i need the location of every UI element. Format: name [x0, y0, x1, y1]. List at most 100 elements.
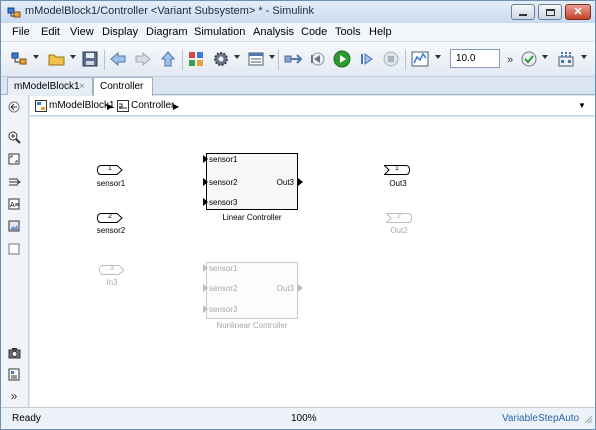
area-icon[interactable]	[7, 242, 21, 256]
data-flow-icon	[284, 52, 303, 69]
menu-tools[interactable]: Tools	[335, 26, 361, 38]
inport-label: sensor1	[96, 179, 126, 188]
menu-edit[interactable]: Edit	[41, 26, 60, 38]
svg-text:A≡: A≡	[10, 202, 19, 209]
new-model-button[interactable]	[9, 49, 31, 71]
arrow-right-icon	[135, 51, 151, 69]
library-browser-button[interactable]	[186, 49, 206, 71]
stop-time-input[interactable]: 10.0	[450, 49, 500, 68]
block-input-label: sensor3	[209, 198, 238, 207]
breadcrumb-item-controller[interactable]: Controller	[131, 100, 174, 111]
inport-label: sensor2	[96, 226, 126, 235]
up-to-parent-button[interactable]	[158, 49, 178, 71]
block-input-label: sensor1	[209, 264, 238, 273]
inspector-dropdown-icon[interactable]	[435, 55, 441, 59]
menu-simulation[interactable]: Simulation	[194, 26, 245, 38]
inport-number: 1	[108, 165, 112, 172]
save-button[interactable]	[80, 49, 100, 71]
block-input-port	[203, 284, 208, 292]
back-button[interactable]	[108, 49, 128, 71]
menu-help[interactable]: Help	[369, 26, 392, 38]
save-disk-icon	[82, 51, 98, 70]
model-explorer-button[interactable]	[246, 49, 266, 71]
folder-open-icon	[48, 51, 66, 70]
close-icon: ✕	[573, 5, 583, 18]
menu-file[interactable]: File	[12, 26, 30, 38]
outport-out2[interactable]: 2	[385, 213, 413, 223]
block-input-label: sensor3	[209, 305, 238, 314]
inport-sensor1[interactable]: 1	[96, 165, 123, 175]
inport-sensor2[interactable]: 2	[96, 213, 123, 223]
minimize-button[interactable]	[511, 4, 535, 20]
open-dropdown-icon[interactable]	[70, 55, 76, 59]
stop-button[interactable]	[381, 49, 401, 71]
block-input-port	[203, 178, 208, 186]
model-settings-button[interactable]	[211, 49, 231, 71]
toolbar-overflow-button[interactable]: »	[503, 49, 517, 71]
toolbar-separator	[104, 50, 105, 70]
simulation-mode-button[interactable]	[283, 49, 303, 71]
block-input-port	[203, 264, 208, 272]
fit-to-view-icon[interactable]	[7, 152, 21, 166]
outport-out3[interactable]: 1	[383, 165, 411, 175]
step-back-button[interactable]	[307, 49, 327, 71]
settings-dropdown-icon[interactable]	[234, 55, 240, 59]
block-output-port	[298, 284, 303, 292]
step-forward-icon	[359, 51, 375, 70]
simulation-data-inspector-button[interactable]	[410, 49, 430, 71]
menu-view[interactable]: View	[70, 26, 94, 38]
tab-controller[interactable]: Controller	[93, 77, 153, 96]
menu-diagram[interactable]: Diagram	[146, 26, 188, 38]
build-button[interactable]	[556, 49, 576, 71]
menu-code[interactable]: Code	[301, 26, 327, 38]
play-icon	[333, 50, 351, 71]
toolbar-separator	[182, 50, 183, 70]
screenshot-camera-icon[interactable]	[7, 346, 21, 360]
hide-explorer-bar-icon[interactable]	[7, 100, 21, 114]
linear-controller-block[interactable]: sensor1 sensor2 sensor3 Out3	[203, 153, 303, 210]
checkmark-icon	[521, 51, 537, 70]
menu-analysis[interactable]: Analysis	[253, 26, 294, 38]
annotation-icon[interactable]: A≡	[7, 197, 21, 211]
toolbar-separator	[405, 50, 406, 70]
breadcrumb-dropdown-icon[interactable]: ▼	[578, 101, 586, 110]
menu-display[interactable]: Display	[102, 26, 138, 38]
advisor-dropdown-icon[interactable]	[542, 55, 548, 59]
explorer-dropdown-icon[interactable]	[269, 55, 275, 59]
route-lines-icon[interactable]	[7, 175, 21, 189]
outport-number: 1	[395, 165, 399, 172]
title-bar: mModelBlock1/Controller <Variant Subsyst…	[1, 1, 595, 23]
solver-link[interactable]: VariableStepAuto	[502, 413, 579, 424]
new-model-icon	[11, 51, 29, 70]
gear-icon	[213, 51, 229, 70]
block-output-label: Out3	[276, 284, 294, 293]
forward-button[interactable]	[133, 49, 153, 71]
resize-grip-icon[interactable]	[584, 415, 593, 427]
breadcrumb-item-mmodelblock1[interactable]: mModelBlock1	[49, 100, 115, 111]
property-inspector-icon[interactable]	[7, 367, 21, 381]
run-button[interactable]	[331, 49, 353, 71]
model-canvas[interactable]: 1 sensor1 2 sensor2 3 In3 sensor1 sensor…	[30, 117, 595, 407]
status-bar: Ready 100% VariableStepAuto	[1, 407, 595, 429]
open-button[interactable]	[46, 49, 68, 71]
zoom-in-icon[interactable]	[7, 130, 21, 144]
left-palette: A≡ »	[1, 95, 29, 407]
tab-mmodelblock1[interactable]: mModelBlock1 ×	[7, 77, 93, 95]
nonlinear-controller-block[interactable]: sensor1 sensor2 sensor3 Out3	[203, 262, 303, 319]
block-input-port	[203, 305, 208, 313]
close-tab-icon[interactable]: ×	[79, 81, 85, 92]
simulink-window: mModelBlock1/Controller <Variant Subsyst…	[0, 0, 596, 430]
model-advisor-button[interactable]	[519, 49, 539, 71]
new-model-dropdown-icon[interactable]	[33, 55, 39, 59]
toolbar: »	[1, 42, 595, 77]
inport-number: 2	[108, 213, 112, 220]
maximize-button[interactable]	[538, 4, 562, 20]
step-forward-button[interactable]	[357, 49, 377, 71]
expand-palette-icon[interactable]: »	[7, 389, 21, 403]
close-button[interactable]: ✕	[565, 4, 591, 20]
arrow-up-icon	[160, 50, 176, 70]
image-icon[interactable]	[7, 219, 21, 233]
status-state: Ready	[12, 413, 41, 424]
inport-in3[interactable]: 3	[98, 265, 125, 275]
build-dropdown-icon[interactable]	[581, 55, 587, 59]
